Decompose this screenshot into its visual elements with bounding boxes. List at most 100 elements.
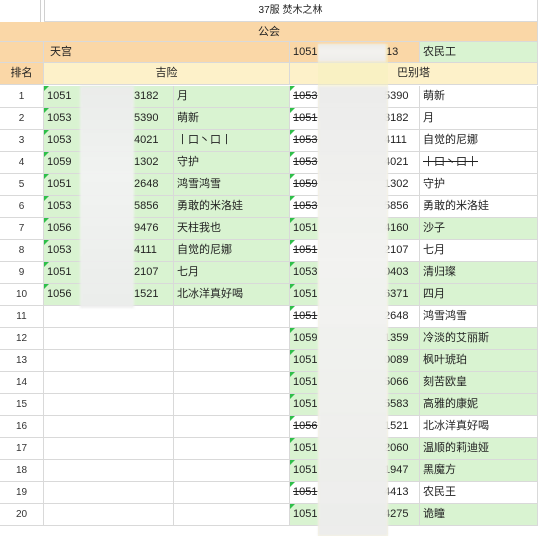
guild-header[interactable]: 公会 (0, 22, 537, 41)
left-player-name-cell[interactable]: 鸿雪鸿雪 (174, 174, 290, 196)
rank-cell[interactable]: 7 (0, 218, 44, 240)
right-player-name-cell[interactable]: 枫叶琥珀 (420, 350, 538, 372)
sheet-title[interactable]: 37服 焚木之林 (44, 0, 538, 22)
right-player-name-cell[interactable]: 北冰洋真好喝 (420, 416, 538, 438)
left-id-suffix: 1521 (134, 288, 159, 300)
rank-cell[interactable]: 16 (0, 416, 44, 438)
rank-cell[interactable]: 18 (0, 460, 44, 482)
right-player-name-cell[interactable]: 刻苦欧皇 (420, 372, 538, 394)
left-player-id-cell[interactable] (44, 328, 174, 350)
left-player-id-cell[interactable] (44, 394, 174, 416)
left-player-id-cell[interactable] (44, 482, 174, 504)
right-player-name-cell[interactable]: 月 (420, 108, 538, 130)
rank-cell[interactable]: 10 (0, 284, 44, 306)
right-team-id-prefix: 1051 (293, 46, 318, 58)
rank-cell[interactable]: 2 (0, 108, 44, 130)
left-player-name-cell[interactable] (174, 416, 290, 438)
right-player-name-cell[interactable]: 黑魔方 (420, 460, 538, 482)
left-player-name-cell[interactable]: 勇敢的米洛娃 (174, 196, 290, 218)
right-player-name-cell[interactable]: 四月 (420, 284, 538, 306)
cell-comment-marker (290, 152, 295, 157)
left-player-name-cell[interactable] (174, 306, 290, 328)
right-player-name-cell[interactable]: 冷淡的艾丽斯 (420, 328, 538, 350)
left-player-id-cell[interactable] (44, 416, 174, 438)
left-group-header[interactable]: 吉险 (44, 63, 290, 85)
right-id-prefix: 1051 (293, 112, 318, 124)
left-id-prefix: 1053 (47, 200, 72, 212)
left-player-name-cell[interactable] (174, 394, 290, 416)
right-player-name-cell[interactable]: 农民王 (420, 482, 538, 504)
rank-cell[interactable]: 9 (0, 262, 44, 284)
cell-comment-marker (44, 86, 49, 91)
cell-comment-marker (44, 218, 49, 223)
right-player-name-cell[interactable]: 自觉的尼娜 (420, 130, 538, 152)
left-id-prefix: 1053 (47, 244, 72, 256)
rank-cell[interactable]: 11 (0, 306, 44, 328)
rank-cell[interactable]: 19 (0, 482, 44, 504)
cell-comment-marker (290, 438, 295, 443)
cell-comment-marker (290, 130, 295, 135)
left-player-id-cell[interactable] (44, 504, 174, 526)
left-player-name-cell[interactable]: 月 (174, 86, 290, 108)
left-player-name-cell[interactable] (174, 328, 290, 350)
right-player-name-cell[interactable]: 勇敢的米洛娃 (420, 196, 538, 218)
cell-comment-marker (44, 262, 49, 267)
cell-comment-marker (290, 86, 295, 91)
left-player-name-cell[interactable]: 自觉的尼娜 (174, 240, 290, 262)
cell-comment-marker (290, 108, 295, 113)
right-id-prefix: 1051 (293, 288, 318, 300)
left-player-id-cell[interactable] (44, 350, 174, 372)
right-id-prefix: 1051 (293, 376, 318, 388)
cell-comment-marker (44, 108, 49, 113)
rank-cell[interactable]: 1 (0, 86, 44, 108)
right-id-prefix: 1053 (293, 266, 318, 278)
cell-comment-marker (44, 196, 49, 201)
left-player-name-cell[interactable]: 丨口丶口丨 (174, 130, 290, 152)
rank-cell[interactable]: 3 (0, 130, 44, 152)
left-player-name-cell[interactable]: 守护 (174, 152, 290, 174)
rank-cell[interactable]: 12 (0, 328, 44, 350)
rank-cell[interactable]: 8 (0, 240, 44, 262)
right-player-name-cell[interactable]: 丨口丶口丨 (420, 152, 538, 174)
left-player-name-cell[interactable]: 萌新 (174, 108, 290, 130)
rank-cell[interactable]: 4 (0, 152, 44, 174)
right-player-name-cell[interactable]: 高雅的康妮 (420, 394, 538, 416)
rank-cell[interactable]: 14 (0, 372, 44, 394)
left-player-name-cell[interactable]: 北冰洋真好喝 (174, 284, 290, 306)
right-id-prefix: 1051 (293, 310, 318, 322)
right-player-name-cell[interactable]: 鸿雪鸿雪 (420, 306, 538, 328)
left-player-name-cell[interactable] (174, 460, 290, 482)
left-player-name-cell[interactable] (174, 482, 290, 504)
rank-cell[interactable]: 20 (0, 504, 44, 526)
left-id-suffix: 5390 (134, 112, 159, 124)
left-player-id-cell[interactable] (44, 306, 174, 328)
left-player-name-cell[interactable] (174, 350, 290, 372)
right-team-name[interactable]: 农民工 (420, 42, 538, 63)
left-player-name-cell[interactable]: 天柱我也 (174, 218, 290, 240)
cell-comment-marker (290, 262, 295, 267)
left-team-name[interactable]: 天宫 (44, 42, 290, 63)
left-player-name-cell[interactable] (174, 504, 290, 526)
left-player-name-cell[interactable] (174, 372, 290, 394)
rank-cell[interactable]: 17 (0, 438, 44, 460)
rank-cell[interactable]: 5 (0, 174, 44, 196)
left-player-id-cell[interactable] (44, 438, 174, 460)
left-player-name-cell[interactable] (174, 438, 290, 460)
left-player-id-cell[interactable] (44, 460, 174, 482)
left-player-id-cell[interactable] (44, 372, 174, 394)
left-id-suffix: 4111 (134, 244, 157, 256)
right-player-name-cell[interactable]: 萌新 (420, 86, 538, 108)
right-player-name-cell[interactable]: 沙子 (420, 218, 538, 240)
rank-cell[interactable]: 15 (0, 394, 44, 416)
cell-comment-marker (290, 460, 295, 465)
rank-cell[interactable]: 13 (0, 350, 44, 372)
right-player-name-cell[interactable]: 清归璨 (420, 262, 538, 284)
right-player-name-cell[interactable]: 温顺的莉迪娅 (420, 438, 538, 460)
right-player-name-cell[interactable]: 诡瞳 (420, 504, 538, 526)
right-player-name-cell[interactable]: 守护 (420, 174, 538, 196)
left-player-name-cell[interactable]: 七月 (174, 262, 290, 284)
corner-cell[interactable] (0, 42, 44, 63)
rank-cell[interactable]: 6 (0, 196, 44, 218)
right-player-name-cell[interactable]: 七月 (420, 240, 538, 262)
rank-header[interactable]: 排名 (0, 63, 44, 85)
